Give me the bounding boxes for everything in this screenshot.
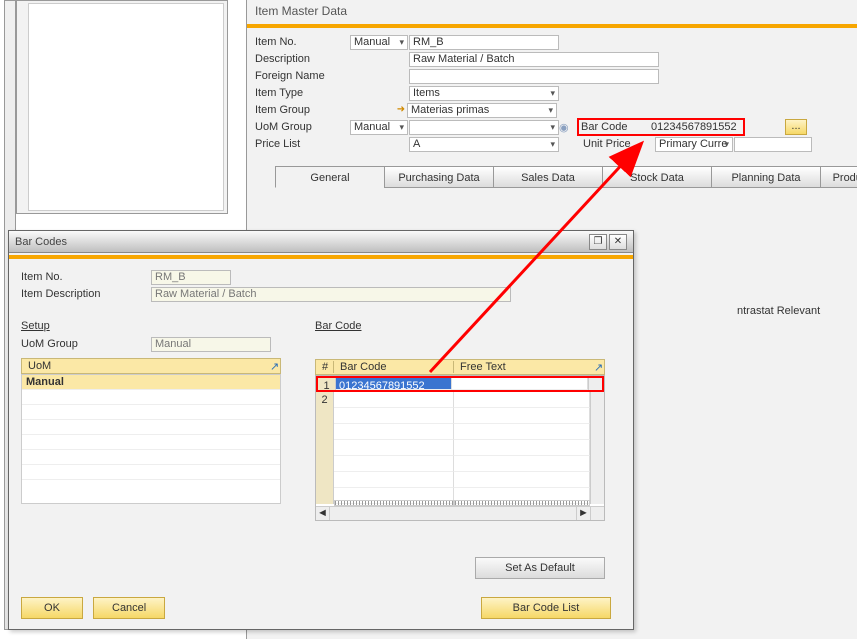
freetext-cell-1[interactable] bbox=[452, 378, 588, 390]
barcode-cell-2[interactable] bbox=[334, 392, 454, 408]
close-icon[interactable]: ✕ bbox=[609, 234, 627, 250]
dlg-uom-group: Manual bbox=[151, 337, 271, 352]
label-bar-code: Bar Code bbox=[581, 121, 651, 133]
barcode-list-button[interactable]: Bar Code List bbox=[481, 597, 611, 619]
freetext-cell-2[interactable] bbox=[454, 392, 590, 408]
label-dlg-uom-group: UoM Group bbox=[21, 338, 151, 350]
restore-icon[interactable]: ❐ bbox=[589, 234, 607, 250]
expand-icon[interactable]: ↗ bbox=[588, 361, 604, 374]
h-scrollbar[interactable]: ◄ ► bbox=[316, 506, 604, 520]
ok-button[interactable]: OK bbox=[21, 597, 83, 619]
set-default-button[interactable]: Set As Default bbox=[475, 557, 605, 579]
uom-column-header: UoM bbox=[22, 360, 264, 372]
barcode-grid[interactable]: 1 01234567891552 2 bbox=[315, 375, 605, 521]
intrastat-label: ntrastat Relevant bbox=[737, 305, 820, 317]
label-uom-group: UoM Group bbox=[255, 121, 350, 133]
dialog-title: Bar Codes bbox=[15, 236, 587, 248]
rownum-1[interactable]: 1 bbox=[318, 378, 336, 390]
description-input[interactable]: Raw Material / Batch bbox=[409, 52, 659, 67]
uom-list[interactable]: Manual bbox=[21, 374, 281, 504]
background-panel-inner bbox=[28, 3, 224, 211]
dialog-titlebar: Bar Codes ❐ ✕ bbox=[9, 231, 633, 253]
barcode-details-button[interactable]: ... bbox=[785, 119, 807, 135]
info-icon[interactable]: ◉ bbox=[559, 121, 567, 134]
bar-code-value: 01234567891552 bbox=[651, 121, 741, 133]
unit-price-currency[interactable]: Primary Curre bbox=[655, 137, 733, 152]
tab-stock[interactable]: Stock Data bbox=[602, 166, 712, 188]
label-item-no: Item No. bbox=[255, 36, 350, 48]
tab-general[interactable]: General bbox=[275, 166, 385, 188]
barcode-cell-1[interactable]: 01234567891552 bbox=[336, 378, 452, 390]
uom-row-manual[interactable]: Manual bbox=[22, 375, 280, 390]
col-freetext[interactable]: Free Text bbox=[454, 361, 588, 373]
dlg-item-no: RM_B bbox=[151, 270, 231, 285]
col-barcode[interactable]: Bar Code bbox=[334, 361, 454, 373]
link-arrow-icon[interactable]: ➜ bbox=[395, 104, 407, 116]
dlg-item-desc: Raw Material / Batch bbox=[151, 287, 511, 302]
foreign-name-input[interactable] bbox=[409, 69, 659, 84]
label-item-type: Item Type bbox=[255, 87, 350, 99]
label-dlg-item-no: Item No. bbox=[21, 271, 151, 283]
cancel-button[interactable]: Cancel bbox=[93, 597, 165, 619]
item-type-select[interactable]: Items bbox=[409, 86, 559, 101]
expand-icon[interactable]: ↗ bbox=[264, 360, 280, 373]
label-dlg-item-desc: Item Description bbox=[21, 288, 151, 300]
uom-group-mode[interactable]: Manual bbox=[350, 120, 408, 135]
tab-bar: General Purchasing Data Sales Data Stock… bbox=[275, 166, 849, 188]
uom-group-select[interactable] bbox=[409, 120, 559, 135]
item-group-select[interactable]: Materias primas bbox=[407, 103, 557, 118]
rownum-2[interactable]: 2 bbox=[316, 392, 334, 408]
item-no-mode[interactable]: Manual bbox=[350, 35, 408, 50]
label-description: Description bbox=[255, 53, 350, 65]
label-item-group: Item Group bbox=[255, 104, 350, 116]
barcode-heading: Bar Code bbox=[315, 320, 605, 332]
item-no-input[interactable]: RM_B bbox=[409, 35, 559, 50]
unit-price-input[interactable] bbox=[734, 137, 812, 152]
barcodes-dialog: Bar Codes ❐ ✕ Item No. RM_B Item Descrip… bbox=[8, 230, 634, 630]
window-title: Item Master Data bbox=[247, 0, 857, 22]
label-price-list: Price List bbox=[255, 138, 350, 150]
tab-planning[interactable]: Planning Data bbox=[711, 166, 821, 188]
tab-production[interactable]: Produc bbox=[820, 166, 857, 188]
tab-purchasing[interactable]: Purchasing Data bbox=[384, 166, 494, 188]
setup-heading: Setup bbox=[21, 320, 281, 332]
label-foreign-name: Foreign Name bbox=[255, 70, 350, 82]
price-list-select[interactable]: A bbox=[409, 137, 559, 152]
col-num: # bbox=[316, 361, 334, 373]
label-unit-price: Unit Price bbox=[583, 138, 655, 150]
tab-sales[interactable]: Sales Data bbox=[493, 166, 603, 188]
